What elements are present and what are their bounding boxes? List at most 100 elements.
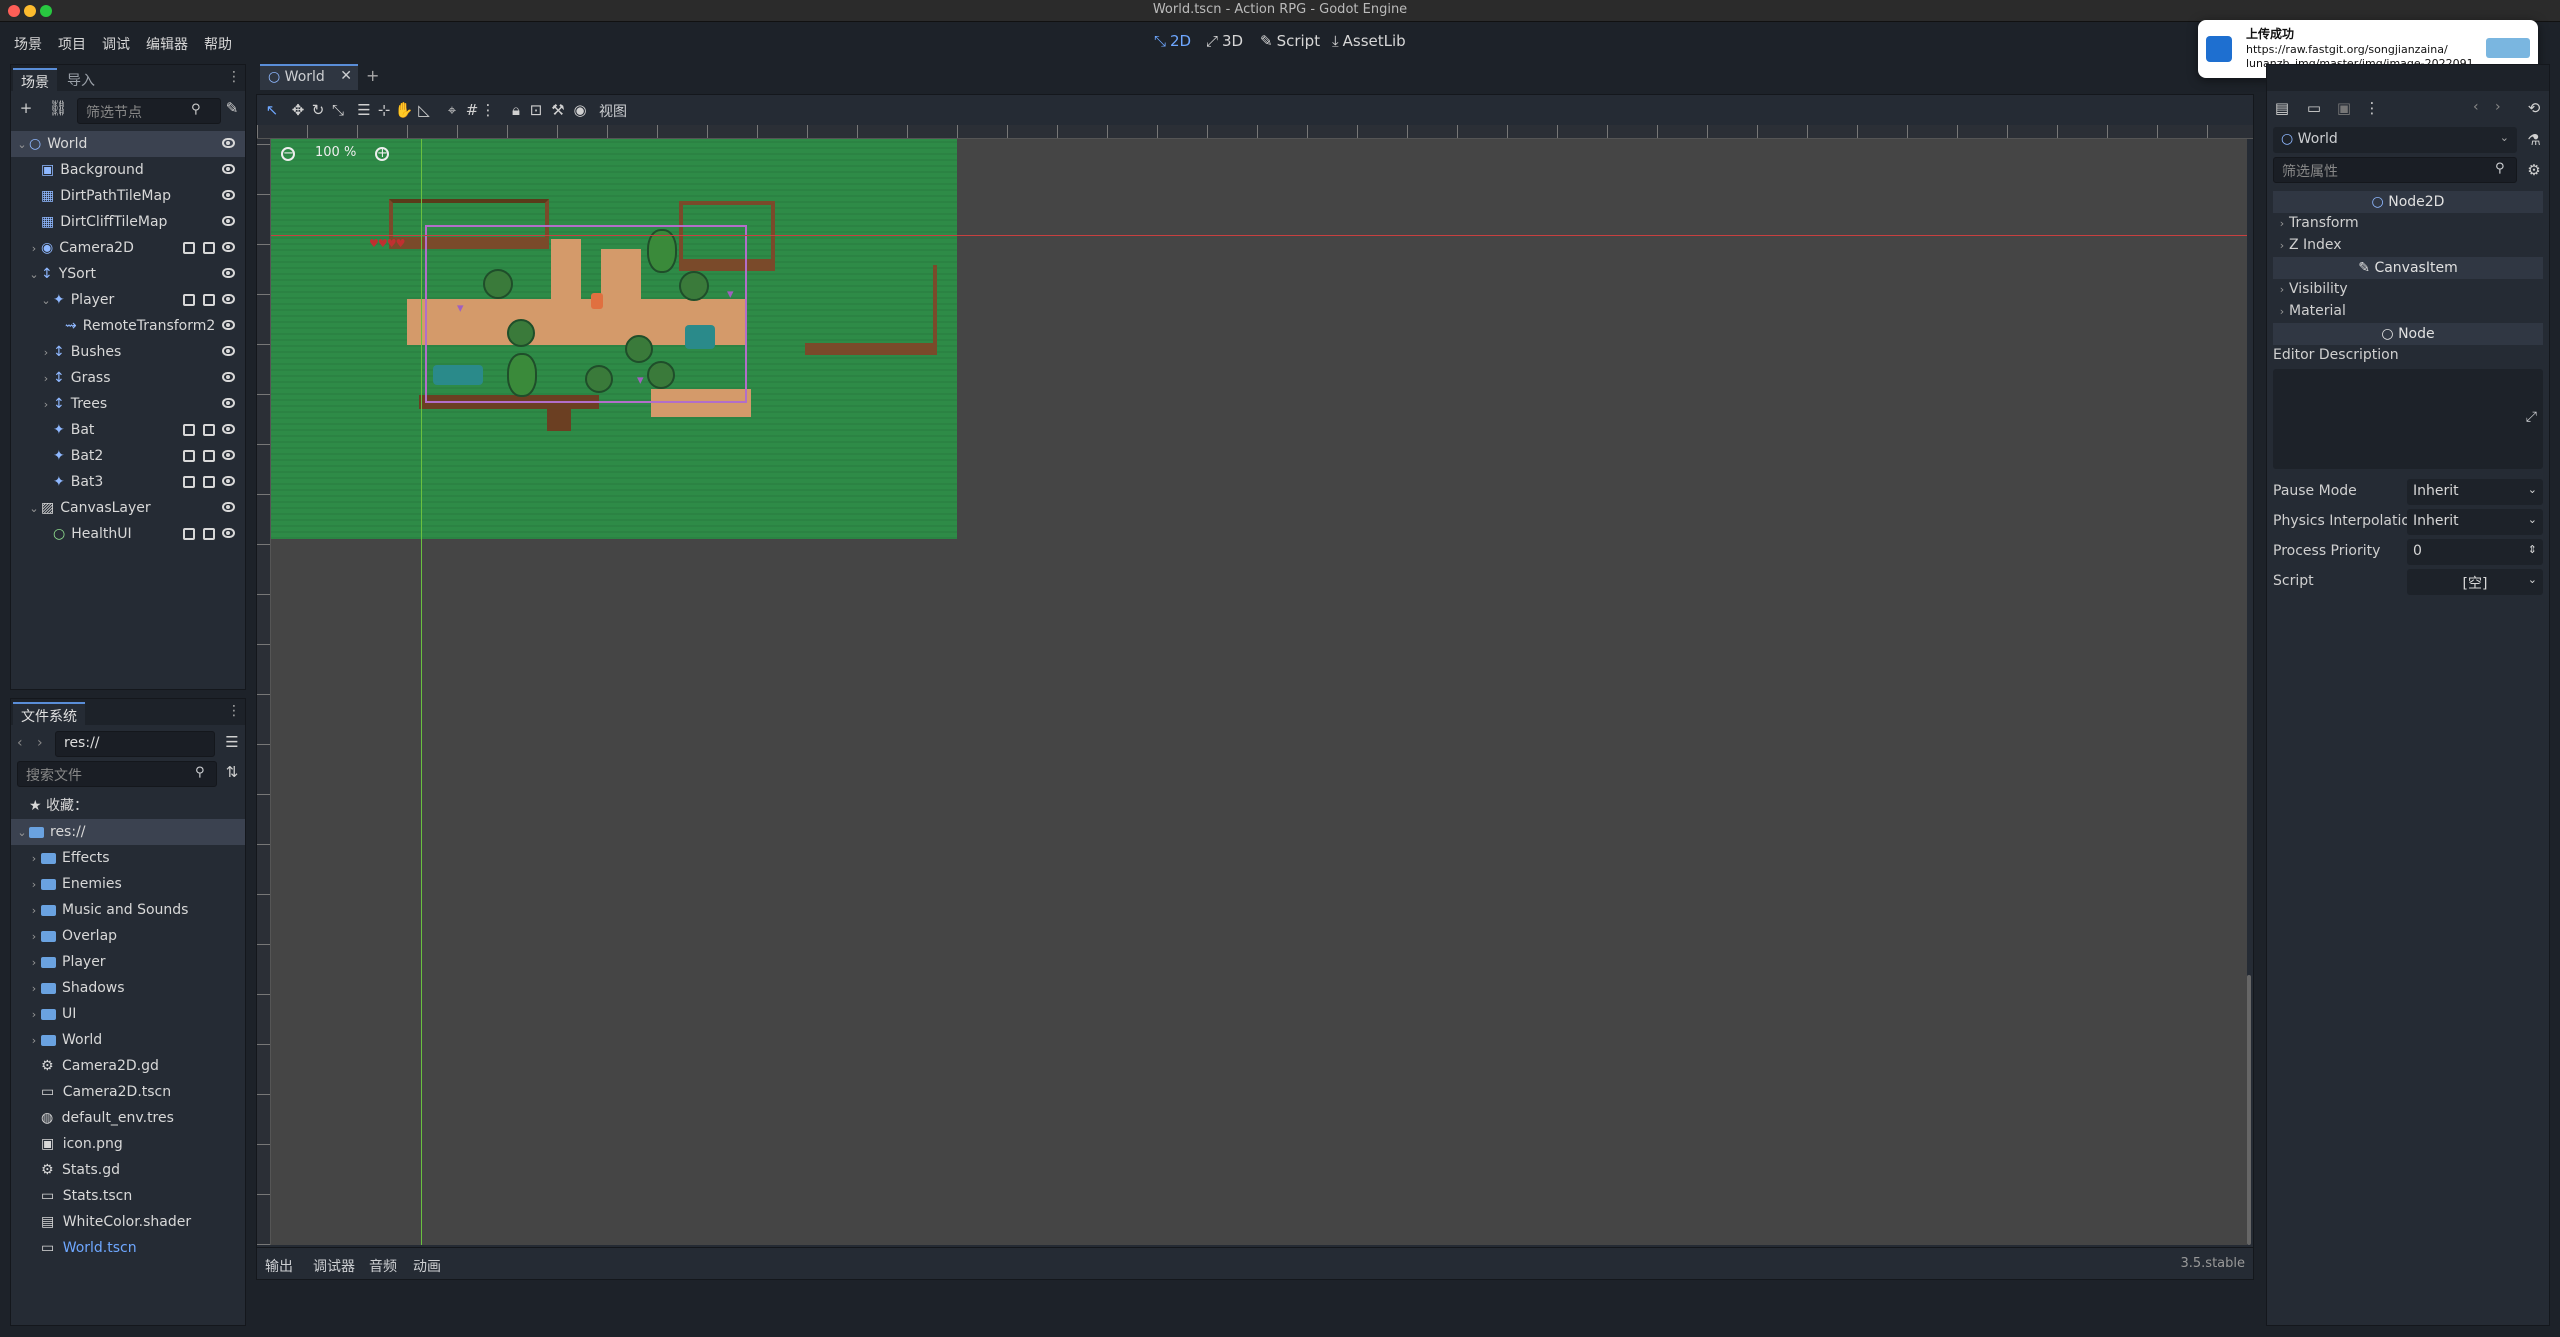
scene-node-background[interactable]: ▣ Background: [11, 157, 245, 183]
script-icon[interactable]: [203, 424, 215, 436]
folder-item[interactable]: ⌄ res://: [11, 819, 245, 845]
scene-node-player[interactable]: ⌄ ✦ Player: [11, 287, 245, 313]
history-icon[interactable]: ⟲: [2523, 97, 2545, 119]
file-item[interactable]: ▭ World.tscn: [11, 1235, 245, 1261]
zoom-in-button[interactable]: +: [375, 147, 389, 161]
workspace-assetlib-button[interactable]: ⤓ AssetLib: [1332, 32, 1406, 50]
script-icon[interactable]: [203, 294, 215, 306]
tree[interactable]: [625, 335, 653, 363]
object-selector[interactable]: ○ World ⌄: [2273, 127, 2517, 153]
chevron-right-icon[interactable]: ›: [27, 846, 41, 872]
view-menu[interactable]: 视图: [599, 101, 627, 121]
visibility-eye-icon[interactable]: [222, 450, 235, 460]
pivot-tool-icon[interactable]: ⊹: [373, 99, 395, 121]
folder-item[interactable]: › Shadows: [11, 975, 245, 1001]
property-z-index[interactable]: › Z Index: [2275, 237, 2342, 253]
close-icon[interactable]: ✕: [340, 68, 352, 84]
scene-node-remotetransform2[interactable]: ⇝ RemoteTransform2: [11, 313, 245, 339]
tab-debugger[interactable]: 调试器: [313, 1256, 355, 1276]
file-item[interactable]: ◍ default_env.tres: [11, 1105, 245, 1131]
visibility-eye-icon[interactable]: [222, 320, 235, 330]
scene-node-bat[interactable]: ✦ Bat: [11, 417, 245, 443]
visibility-eye-icon[interactable]: [222, 138, 235, 148]
menu-debug[interactable]: 调试: [102, 34, 130, 54]
file-item[interactable]: ▭ Camera2D.tscn: [11, 1079, 245, 1105]
dock-menu-icon[interactable]: ⋮: [227, 69, 241, 85]
scene-node-bat3[interactable]: ✦ Bat3: [11, 469, 245, 495]
tab-animation[interactable]: 动画: [413, 1256, 441, 1276]
link-icon[interactable]: ⛓: [47, 97, 69, 119]
chevron-down-icon[interactable]: ⌄: [27, 496, 41, 522]
scene-node-ysort[interactable]: ⌄ ↕ YSort: [11, 261, 245, 287]
script-icon[interactable]: [203, 242, 215, 254]
move-tool-icon[interactable]: ✥: [287, 99, 309, 121]
back-icon[interactable]: ‹: [17, 735, 23, 751]
script-icon[interactable]: [203, 528, 215, 540]
filter-properties-input[interactable]: 筛选属性: [2273, 157, 2517, 183]
list-select-icon[interactable]: ☰: [353, 99, 375, 121]
visibility-eye-icon[interactable]: [222, 528, 235, 538]
zoom-out-button[interactable]: −: [281, 147, 295, 161]
snap-options-icon[interactable]: ⋮: [477, 99, 499, 121]
history-back-icon[interactable]: ‹: [2473, 99, 2479, 115]
visibility-eye-icon[interactable]: [222, 294, 235, 304]
bone-icon[interactable]: ⚒: [547, 99, 569, 121]
visibility-eye-icon[interactable]: [222, 502, 235, 512]
history-forward-icon[interactable]: ›: [2495, 99, 2501, 115]
viewport[interactable]: ♥♥♥♥ ▾ ▾ ▾ − 100 % +: [271, 139, 2247, 1245]
folder-item[interactable]: › Music and Sounds: [11, 897, 245, 923]
folder-item[interactable]: › UI: [11, 1001, 245, 1027]
visibility-eye-icon[interactable]: [222, 398, 235, 408]
scene-instance-icon[interactable]: [183, 528, 195, 540]
scene-tab-world[interactable]: ○ World ✕: [260, 64, 358, 90]
menu-help[interactable]: 帮助: [204, 34, 232, 54]
add-scene-tab-icon[interactable]: +: [366, 66, 379, 85]
dock-menu-icon[interactable]: ⋮: [227, 703, 241, 719]
visibility-eye-icon[interactable]: [222, 424, 235, 434]
scene-node-dirtpathtilemap[interactable]: ▦ DirtPathTileMap: [11, 183, 245, 209]
save-resource-icon[interactable]: ▣: [2333, 97, 2355, 119]
chevron-right-icon[interactable]: ›: [27, 924, 41, 950]
chevron-down-icon[interactable]: ⌄: [27, 262, 41, 288]
resource-menu-icon[interactable]: ⋮: [2361, 97, 2383, 119]
select-tool-icon[interactable]: ↖: [261, 99, 283, 121]
pause-mode-dropdown[interactable]: Inherit ⌄: [2407, 479, 2543, 505]
scene-instance-icon[interactable]: [183, 450, 195, 462]
visibility-eye-icon[interactable]: [222, 476, 235, 486]
scale-tool-icon[interactable]: ⤡: [327, 99, 349, 121]
forward-icon[interactable]: ›: [37, 735, 43, 751]
file-item[interactable]: ⚙ Stats.gd: [11, 1157, 245, 1183]
visibility-eye-icon[interactable]: [222, 268, 235, 278]
sort-icon[interactable]: ⇅: [221, 761, 243, 783]
chevron-right-icon[interactable]: ›: [27, 950, 41, 976]
tab-audio[interactable]: 音频: [369, 1256, 397, 1276]
chevron-right-icon[interactable]: ›: [27, 236, 41, 262]
chevron-right-icon[interactable]: ›: [27, 1028, 41, 1054]
scene-instance-icon[interactable]: [183, 424, 195, 436]
tree[interactable]: [507, 353, 537, 397]
chevron-right-icon[interactable]: ›: [39, 366, 53, 392]
bat-sprite[interactable]: ▾: [637, 373, 644, 388]
scene-node-dirtclifftilemap[interactable]: ▦ DirtCliffTileMap: [11, 209, 245, 235]
bat-sprite[interactable]: ▾: [727, 287, 734, 302]
script-icon[interactable]: [203, 476, 215, 488]
chevron-down-icon[interactable]: ⌄: [39, 288, 53, 314]
property-options-icon[interactable]: ⚙: [2523, 159, 2545, 181]
chevron-right-icon[interactable]: ›: [27, 898, 41, 924]
visibility-eye-icon[interactable]: [222, 190, 235, 200]
split-mode-icon[interactable]: ☰: [221, 731, 243, 753]
chevron-right-icon[interactable]: ›: [27, 976, 41, 1002]
vertical-scrollbar[interactable]: [2247, 975, 2251, 1245]
workspace-3d-button[interactable]: ⤢ 3D: [1206, 32, 1243, 50]
file-item[interactable]: ▣ icon.png: [11, 1131, 245, 1157]
visibility-eye-icon[interactable]: [222, 346, 235, 356]
node-tools-icon[interactable]: ⚗: [2523, 129, 2545, 151]
chevron-right-icon[interactable]: ›: [27, 872, 41, 898]
visibility-eye-icon[interactable]: [222, 216, 235, 226]
smart-snap-icon[interactable]: ⌖: [441, 99, 463, 121]
editor-description-field[interactable]: ⤢: [2273, 369, 2543, 469]
tree[interactable]: [647, 361, 675, 389]
tab-import[interactable]: 导入: [59, 68, 103, 91]
file-item[interactable]: ⚙ Camera2D.gd: [11, 1053, 245, 1079]
search-files-input[interactable]: 搜索文件: [17, 761, 217, 787]
